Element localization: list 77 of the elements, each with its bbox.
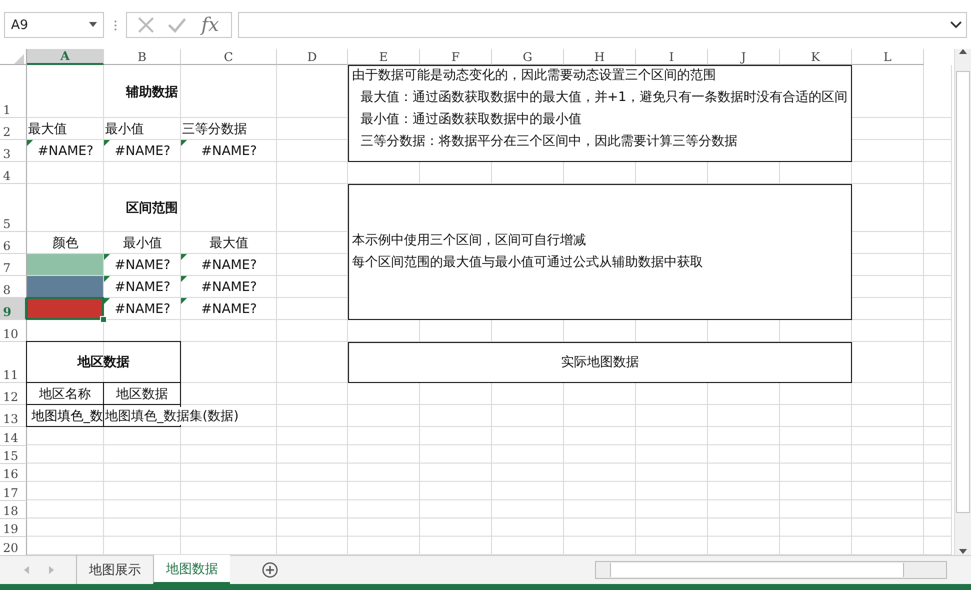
- add-sheet-icon[interactable]: [262, 562, 278, 578]
- row-header[interactable]: 15: [0, 446, 27, 464]
- section-title: 辅助数据: [124, 84, 179, 101]
- column-header[interactable]: B: [104, 49, 181, 66]
- row-header[interactable]: 4: [0, 162, 27, 184]
- table-cell-text: #NAME?: [200, 280, 258, 295]
- column-label: 三等分数据: [181, 121, 248, 138]
- column-header[interactable]: C: [181, 49, 277, 66]
- table-cell-text: #NAME?: [36, 144, 94, 159]
- table-cell-text: #NAME?: [200, 144, 258, 159]
- color-swatch[interactable]: [26, 297, 104, 320]
- row-header[interactable]: 18: [0, 500, 27, 519]
- horizontal-scrollbar[interactable]: [595, 561, 947, 580]
- expand-caret-icon[interactable]: [950, 21, 962, 29]
- table-cell-text: #NAME?: [114, 144, 172, 159]
- column-header[interactable]: K: [780, 49, 852, 66]
- next-sheet-icon[interactable]: [49, 566, 54, 574]
- row-header[interactable]: 8: [0, 276, 27, 298]
- note-text: 最大值：通过函数获取数据中的最大值，并+1，避免只有一条数据时没有合适的区间: [359, 89, 848, 108]
- vertical-scrollbar[interactable]: [954, 49, 971, 556]
- row-header[interactable]: 3: [0, 140, 27, 162]
- dropdown-caret-icon: [89, 22, 97, 28]
- sheet-tab[interactable]: 地图数据: [153, 555, 230, 584]
- column-header[interactable]: L: [852, 49, 924, 66]
- column-header[interactable]: J: [708, 49, 780, 66]
- section-title: 区间范围: [125, 200, 179, 218]
- row-header[interactable]: 9: [0, 298, 27, 320]
- formula-field[interactable]: [238, 12, 967, 38]
- row-header[interactable]: 10: [0, 320, 27, 342]
- column-header[interactable]: H: [564, 49, 636, 66]
- note-text: 每个区间范围的最大值与最小值可通过公式从辅助数据中获取: [352, 254, 703, 272]
- section-title: 地区数据: [76, 354, 130, 372]
- row-header[interactable]: 16: [0, 464, 27, 482]
- fill-handle[interactable]: [100, 316, 107, 324]
- cancel-icon[interactable]: [137, 16, 156, 34]
- row-header[interactable]: 19: [0, 518, 27, 538]
- note-text: 本示例中使用三个区间，区间可自行增减: [352, 232, 586, 250]
- table-cell-text: #NAME?: [114, 258, 172, 273]
- row-header[interactable]: 7: [0, 254, 27, 276]
- row-header[interactable]: 5: [0, 184, 27, 232]
- name-box[interactable]: A9: [4, 12, 104, 38]
- column-label: 最大值: [27, 121, 68, 138]
- table-cell: 地图填色_数据集(数据): [104, 406, 240, 425]
- column-label: 地区名称: [38, 386, 92, 403]
- column-header[interactable]: F: [420, 49, 492, 66]
- table-cell-text: #NAME?: [114, 302, 172, 317]
- check-icon[interactable]: [167, 17, 188, 33]
- note-text: 由于数据可能是动态变化的，因此需要动态设置三个区间的范围: [352, 67, 716, 86]
- table-cell-text: #NAME?: [200, 302, 258, 317]
- previous-sheet-icon[interactable]: [24, 566, 29, 574]
- column-label: 最小值: [104, 121, 145, 138]
- column-header[interactable]: E: [348, 49, 420, 66]
- table-cell-text: #NAME?: [200, 258, 258, 273]
- column-label: 最大值: [208, 235, 250, 252]
- color-swatch[interactable]: [27, 254, 103, 276]
- row-header[interactable]: 14: [0, 427, 27, 446]
- table-cell-text: 地图填色_数: [32, 408, 103, 425]
- note-text: 三等分数据：将数据平分在三个区间中，因此需要计算三等分数据: [359, 133, 738, 152]
- column-label: 最小值: [122, 235, 163, 252]
- scroll-up-icon: [959, 49, 967, 56]
- column-header[interactable]: D: [277, 49, 348, 66]
- color-swatch[interactable]: [27, 276, 103, 298]
- table-cell-text: #NAME?: [114, 280, 172, 295]
- row-header[interactable]: 6: [0, 232, 27, 254]
- column-label: 地区数据: [115, 386, 169, 403]
- select-all-icon[interactable]: [14, 54, 24, 64]
- column-header[interactable]: G: [492, 49, 564, 66]
- column-header[interactable]: I: [636, 49, 708, 66]
- function-button[interactable]: fx: [199, 14, 221, 36]
- column-header[interactable]: A: [27, 49, 104, 66]
- row-header[interactable]: 2: [0, 118, 27, 140]
- row-header[interactable]: 17: [0, 482, 27, 501]
- row-header[interactable]: 1: [0, 65, 27, 118]
- note-text: 最小值：通过函数获取数据中的最小值: [359, 111, 582, 130]
- column-label: 颜色: [52, 235, 80, 252]
- note-text: 实际地图数据: [561, 354, 639, 372]
- dots-icon: [114, 20, 116, 30]
